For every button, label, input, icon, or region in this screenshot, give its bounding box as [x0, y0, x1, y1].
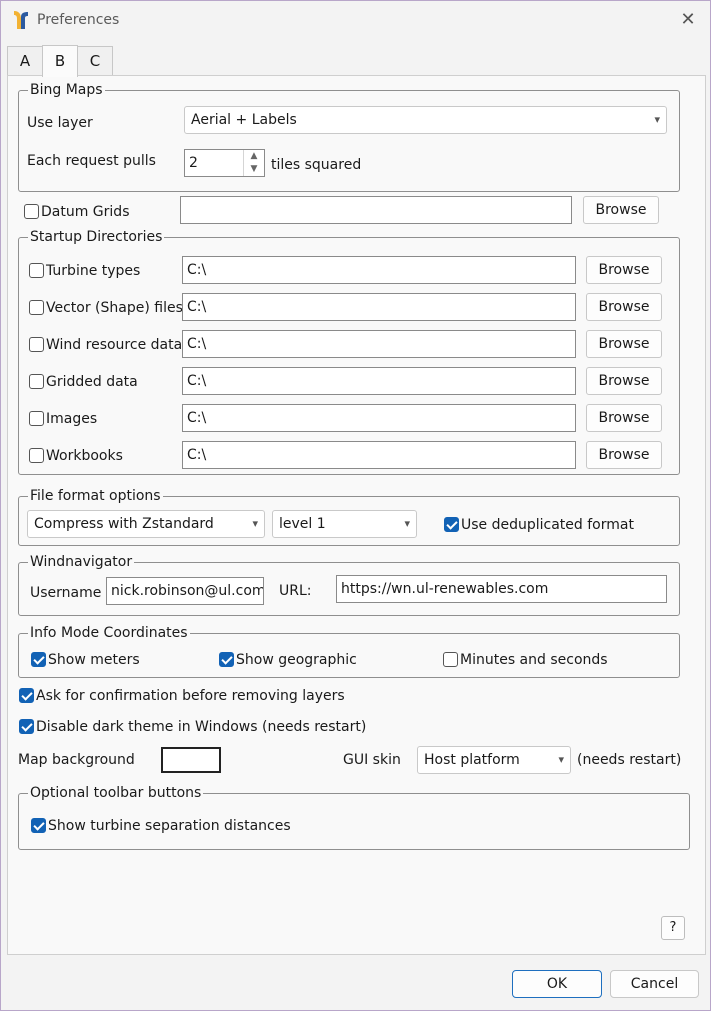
window-title: Preferences	[37, 12, 120, 28]
wind-resource-path-input[interactable]: C:\	[182, 330, 576, 358]
file-format-title: File format options	[28, 487, 163, 505]
show-separation-label: Show turbine separation distances	[48, 818, 291, 834]
confirm-remove-checkbox[interactable]	[19, 688, 34, 703]
request-spinbox[interactable]: 2 ▲ ▼	[184, 149, 265, 177]
tab-b[interactable]: B	[42, 45, 78, 77]
images-path-input[interactable]: C:\	[182, 404, 576, 432]
tab-a[interactable]: A	[7, 46, 43, 76]
request-suffix: tiles squared	[271, 157, 362, 173]
close-icon[interactable]: ✕	[677, 9, 699, 31]
images-label: Images	[46, 411, 98, 427]
confirm-remove-label: Ask for confirmation before removing lay…	[36, 688, 345, 704]
level-select[interactable]: level 1 ▾	[272, 510, 417, 538]
request-label: Each request pulls	[27, 153, 156, 169]
dedup-label: Use deduplicated format	[461, 517, 634, 533]
turbine-types-path-input[interactable]: C:\	[182, 256, 576, 284]
level-value: level 1	[279, 516, 326, 532]
use-layer-value: Aerial + Labels	[191, 112, 297, 128]
turbine-types-checkbox[interactable]	[29, 263, 44, 278]
minutes-seconds-label: Minutes and seconds	[460, 652, 608, 668]
gui-skin-label: GUI skin	[343, 752, 401, 768]
url-input[interactable]: https://wn.ul-renewables.com	[336, 575, 667, 603]
chevron-down-icon: ▾	[404, 517, 410, 530]
dedup-checkbox[interactable]	[444, 517, 459, 532]
chevron-down-icon: ▾	[252, 517, 258, 530]
images-checkbox[interactable]	[29, 411, 44, 426]
app-logo-icon	[14, 11, 28, 29]
startup-directories-group: Startup Directories Turbine types C:\ Br…	[18, 228, 680, 475]
compression-select[interactable]: Compress with Zstandard ▾	[27, 510, 265, 538]
workbooks-browse-button[interactable]: Browse	[586, 441, 662, 469]
wind-resource-checkbox[interactable]	[29, 337, 44, 352]
username-input[interactable]: nick.robinson@ul.com	[106, 577, 264, 605]
url-label: URL:	[279, 583, 312, 599]
gridded-data-browse-button[interactable]: Browse	[586, 367, 662, 395]
workbooks-label: Workbooks	[46, 448, 123, 464]
windnavigator-title: Windnavigator	[28, 553, 135, 571]
bing-maps-group: Bing Maps Use layer Aerial + Labels ▾ Ea…	[18, 81, 680, 192]
show-geographic-checkbox[interactable]	[219, 652, 234, 667]
spin-up-icon[interactable]: ▲	[244, 150, 264, 163]
info-mode-group: Info Mode Coordinates Show meters Show g…	[18, 624, 680, 678]
turbine-types-browse-button[interactable]: Browse	[586, 256, 662, 284]
request-value: 2	[189, 155, 198, 171]
datum-grids-browse-button[interactable]: Browse	[583, 196, 659, 224]
startup-directories-title: Startup Directories	[28, 228, 165, 246]
workbooks-path-input[interactable]: C:\	[182, 441, 576, 469]
show-separation-checkbox[interactable]	[31, 818, 46, 833]
optional-toolbar-title: Optional toolbar buttons	[28, 784, 204, 802]
windnavigator-group: Windnavigator Username nick.robinson@ul.…	[18, 553, 680, 616]
map-background-label: Map background	[18, 752, 135, 768]
vector-files-path-input[interactable]: C:\	[182, 293, 576, 321]
use-layer-label: Use layer	[27, 115, 93, 131]
show-geographic-label: Show geographic	[236, 652, 357, 668]
vector-files-label: Vector (Shape) files	[46, 300, 183, 316]
datum-grids-label: Datum Grids	[41, 204, 130, 220]
tab-c[interactable]: C	[77, 46, 113, 76]
datum-grids-checkbox[interactable]	[24, 204, 39, 219]
help-button[interactable]: ?	[661, 916, 685, 940]
show-meters-checkbox[interactable]	[31, 652, 46, 667]
chevron-down-icon: ▾	[654, 113, 660, 126]
compression-value: Compress with Zstandard	[34, 516, 214, 532]
optional-toolbar-group: Optional toolbar buttons Show turbine se…	[18, 784, 690, 850]
turbine-types-label: Turbine types	[46, 263, 141, 279]
username-label: Username	[30, 585, 102, 601]
ok-button[interactable]: OK	[512, 970, 602, 998]
chevron-down-icon: ▾	[558, 753, 564, 766]
disable-dark-label: Disable dark theme in Windows (needs res…	[36, 719, 367, 735]
cancel-button[interactable]: Cancel	[610, 970, 699, 998]
gui-skin-value: Host platform	[424, 752, 520, 768]
map-background-swatch[interactable]	[161, 747, 221, 773]
disable-dark-checkbox[interactable]	[19, 719, 34, 734]
use-layer-select[interactable]: Aerial + Labels ▾	[184, 106, 667, 134]
images-browse-button[interactable]: Browse	[586, 404, 662, 432]
gui-skin-select[interactable]: Host platform ▾	[417, 746, 571, 774]
workbooks-checkbox[interactable]	[29, 448, 44, 463]
info-mode-title: Info Mode Coordinates	[28, 624, 190, 642]
vector-files-browse-button[interactable]: Browse	[586, 293, 662, 321]
gridded-data-checkbox[interactable]	[29, 374, 44, 389]
gridded-data-label: Gridded data	[46, 374, 138, 390]
spin-down-icon[interactable]: ▼	[244, 163, 264, 176]
vector-files-checkbox[interactable]	[29, 300, 44, 315]
bing-maps-title: Bing Maps	[28, 81, 105, 99]
spin-arrows: ▲ ▼	[243, 150, 264, 176]
wind-resource-browse-button[interactable]: Browse	[586, 330, 662, 358]
datum-grids-path-input[interactable]	[180, 196, 572, 224]
wind-resource-label: Wind resource data	[46, 337, 183, 353]
title-bar: Preferences ✕	[1, 1, 710, 39]
gridded-data-path-input[interactable]: C:\	[182, 367, 576, 395]
preferences-window: Preferences ✕ A B C Bing Maps Use layer …	[0, 0, 711, 1011]
minutes-seconds-checkbox[interactable]	[443, 652, 458, 667]
show-meters-label: Show meters	[48, 652, 140, 668]
file-format-group: File format options Compress with Zstand…	[18, 487, 680, 546]
tab-page-b: Bing Maps Use layer Aerial + Labels ▾ Ea…	[7, 75, 706, 955]
gui-skin-note: (needs restart)	[577, 752, 682, 768]
